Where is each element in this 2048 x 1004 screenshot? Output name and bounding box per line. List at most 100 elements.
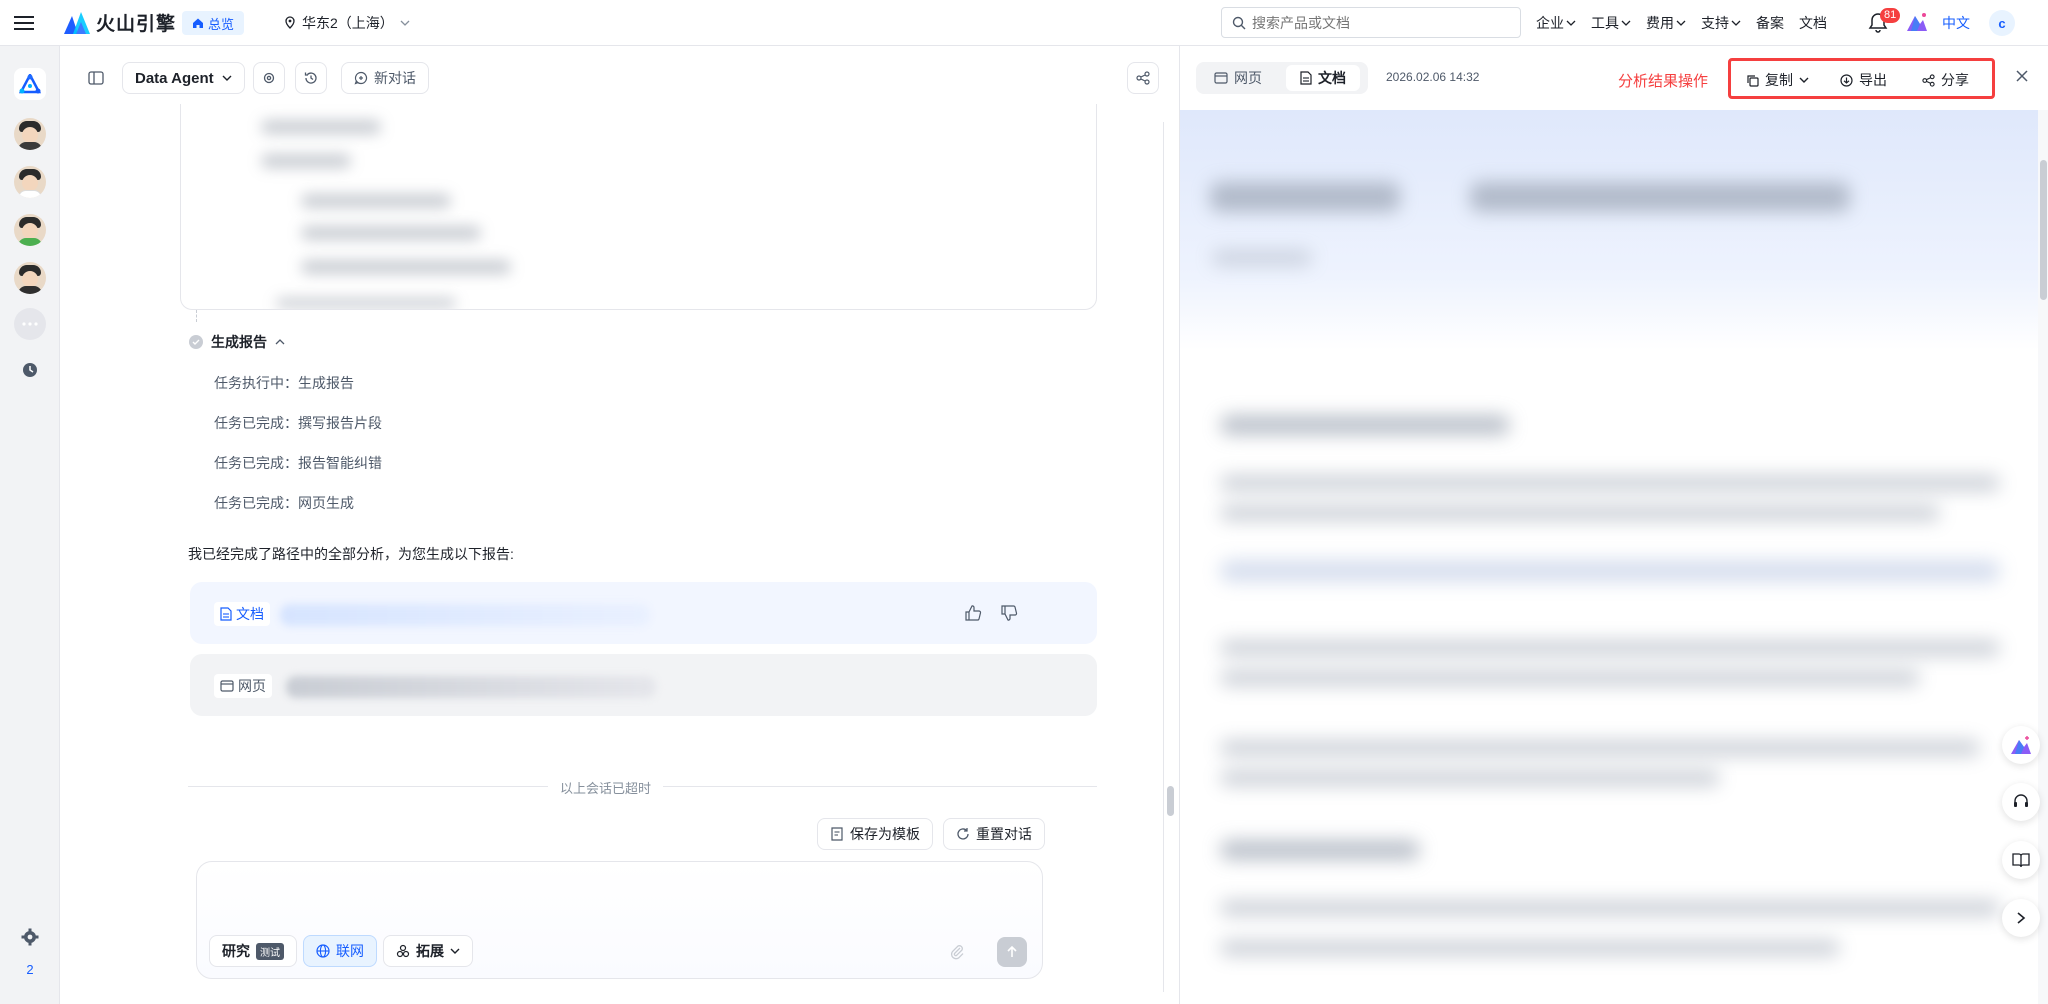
agent-avatar-3[interactable] bbox=[14, 214, 46, 246]
expand-float-button[interactable] bbox=[2002, 899, 2040, 937]
docs-float-button[interactable] bbox=[2002, 841, 2040, 879]
settings-gear-icon[interactable] bbox=[21, 928, 39, 946]
extension-icon bbox=[396, 944, 410, 958]
volcano-logo-icon bbox=[64, 11, 90, 34]
extend-label: 拓展 bbox=[416, 943, 444, 959]
language-switch[interactable]: 中文 bbox=[1942, 13, 1970, 33]
sidebar-toggle-icon[interactable] bbox=[88, 70, 104, 86]
history-button[interactable] bbox=[295, 62, 327, 94]
webpage-icon bbox=[1214, 72, 1228, 84]
agent-avatar-1[interactable] bbox=[14, 118, 46, 150]
rail-counter[interactable]: 2 bbox=[0, 962, 60, 977]
customer-support-float-button[interactable] bbox=[2002, 783, 2040, 821]
search-input[interactable] bbox=[1252, 14, 1492, 31]
share-icon bbox=[1922, 73, 1935, 87]
agent-logo-icon bbox=[19, 74, 41, 94]
user-avatar[interactable]: c bbox=[1989, 10, 2015, 36]
session-timeout-text: 以上会话已超时 bbox=[548, 778, 664, 797]
document-hero-banner bbox=[1180, 110, 2038, 350]
nav-icp[interactable]: 备案 bbox=[1756, 13, 1784, 33]
chevron-right-icon bbox=[2017, 912, 2026, 924]
overview-button[interactable]: 总览 bbox=[182, 11, 245, 35]
document-result-card[interactable]: 文档 bbox=[190, 582, 1097, 644]
share-label: 分享 bbox=[1941, 72, 1969, 88]
share-button[interactable]: 分享 bbox=[1922, 70, 1969, 90]
agent-selector-label: Data Agent bbox=[135, 69, 214, 87]
book-icon bbox=[2012, 853, 2030, 868]
agent-selector[interactable]: Data Agent bbox=[122, 62, 245, 94]
history-clock-icon[interactable] bbox=[22, 362, 38, 378]
global-search[interactable] bbox=[1221, 7, 1521, 38]
export-button[interactable]: 导出 bbox=[1840, 70, 1887, 90]
webpage-icon bbox=[220, 680, 234, 692]
new-chat-button[interactable]: 新对话 bbox=[341, 62, 429, 94]
blurred-analysis-card bbox=[180, 104, 1097, 310]
task-line: 任务已完成：撰写报告片段 bbox=[214, 415, 382, 431]
thumbs-down-icon[interactable] bbox=[1000, 604, 1018, 622]
chevron-down-icon bbox=[450, 948, 460, 954]
headset-icon bbox=[2014, 794, 2028, 807]
agent-settings-button[interactable] bbox=[253, 62, 285, 94]
location-pin-icon bbox=[285, 16, 295, 29]
nav-billing-label: 费用 bbox=[1646, 15, 1674, 31]
thumbs-up-icon[interactable] bbox=[964, 604, 982, 622]
reset-chat-label: 重置对话 bbox=[976, 826, 1032, 842]
webpage-result-card[interactable]: 网页 bbox=[190, 654, 1097, 716]
document-icon bbox=[1300, 71, 1312, 85]
chevron-up-icon bbox=[275, 339, 285, 345]
document-tag-label: 文档 bbox=[236, 606, 264, 622]
document-scrollbar[interactable] bbox=[2038, 110, 2048, 1004]
chevron-down-icon bbox=[222, 75, 232, 81]
ai-assistant-icon[interactable] bbox=[1906, 12, 1928, 32]
copy-button[interactable]: 复制 bbox=[1746, 70, 1809, 90]
nav-support-label: 支持 bbox=[1701, 15, 1729, 31]
chat-toolbar: Data Agent 新对话 bbox=[60, 46, 1179, 110]
nav-tools[interactable]: 工具 bbox=[1591, 13, 1631, 33]
top-nav: 企业 工具 费用 支持 备案 文档 bbox=[1536, 13, 1842, 33]
webpage-tag: 网页 bbox=[214, 674, 272, 698]
chevron-down-icon bbox=[1731, 20, 1741, 26]
blurred-document-title bbox=[280, 604, 650, 626]
chat-pane: Data Agent 新对话 生成报告 任务执行中：生成报告 任务已完成：撰写报… bbox=[60, 46, 1179, 1004]
extend-dropdown[interactable]: 拓展 bbox=[383, 935, 473, 967]
menu-icon[interactable] bbox=[14, 13, 34, 33]
ai-assistant-float-button[interactable] bbox=[2002, 726, 2040, 764]
document-scrollbar-thumb[interactable] bbox=[2040, 160, 2047, 300]
step-generate-report[interactable]: 生成报告 bbox=[189, 332, 285, 352]
new-chat-icon bbox=[354, 71, 368, 85]
send-button[interactable] bbox=[997, 937, 1027, 967]
ellipsis-icon bbox=[22, 322, 38, 326]
document-tag: 文档 bbox=[214, 602, 270, 626]
web-search-chip[interactable]: 联网 bbox=[303, 935, 377, 967]
tab-document[interactable]: 文档 bbox=[1286, 65, 1360, 91]
data-agent-app-icon[interactable] bbox=[14, 68, 46, 100]
nav-enterprise[interactable]: 企业 bbox=[1536, 13, 1576, 33]
share-chat-button[interactable] bbox=[1127, 62, 1159, 94]
chat-scrollbar-thumb[interactable] bbox=[1167, 786, 1174, 816]
attachment-icon[interactable] bbox=[949, 944, 965, 960]
research-mode-chip[interactable]: 研究 测试 bbox=[209, 935, 297, 967]
message-composer[interactable]: 研究 测试 联网 拓展 bbox=[196, 861, 1043, 979]
template-icon bbox=[831, 827, 843, 841]
nav-docs[interactable]: 文档 bbox=[1799, 13, 1827, 33]
nav-billing[interactable]: 费用 bbox=[1646, 13, 1686, 33]
more-agents-button[interactable] bbox=[14, 308, 46, 340]
region-label: 华东2（上海） bbox=[302, 15, 394, 31]
brand-logo[interactable]: 火山引擎 bbox=[64, 9, 176, 36]
reset-chat-button[interactable]: 重置对话 bbox=[943, 818, 1045, 850]
tab-webpage[interactable]: 网页 bbox=[1200, 65, 1276, 91]
nav-support[interactable]: 支持 bbox=[1701, 13, 1741, 33]
region-selector[interactable]: 华东2（上海） bbox=[284, 13, 410, 33]
close-icon[interactable] bbox=[2014, 68, 2030, 84]
save-as-template-label: 保存为模板 bbox=[850, 826, 920, 842]
scroll-track bbox=[1163, 122, 1164, 992]
history-icon bbox=[304, 72, 317, 84]
agent-avatar-2[interactable] bbox=[14, 166, 46, 198]
nav-enterprise-label: 企业 bbox=[1536, 15, 1564, 31]
gear-icon bbox=[263, 72, 275, 84]
agent-avatar-4[interactable] bbox=[14, 262, 46, 294]
home-icon bbox=[193, 18, 203, 28]
task-line: 任务已完成：报告智能纠错 bbox=[214, 455, 382, 471]
brand-name: 火山引擎 bbox=[96, 14, 177, 35]
save-as-template-button[interactable]: 保存为模板 bbox=[817, 818, 933, 850]
